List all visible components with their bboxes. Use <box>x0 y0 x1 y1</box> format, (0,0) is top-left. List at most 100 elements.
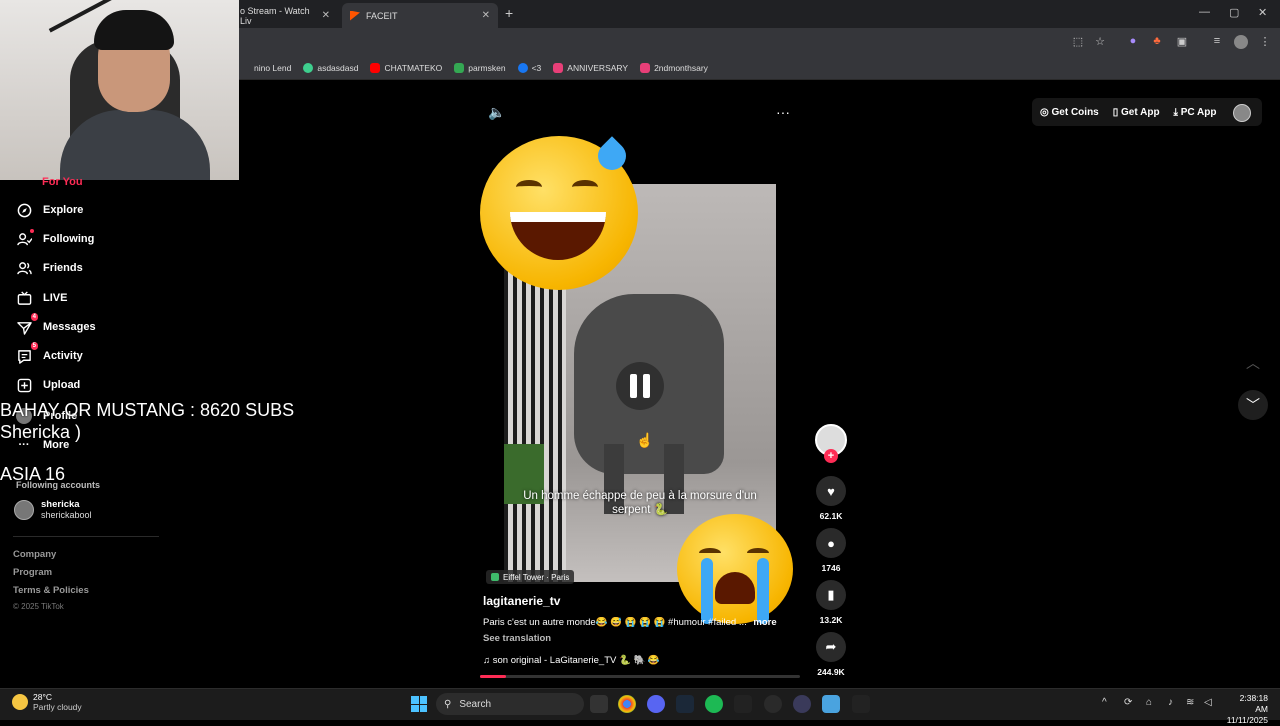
sync-icon[interactable]: ⟳ <box>1124 697 1132 708</box>
more-options-icon[interactable]: ··· <box>776 104 790 120</box>
system-clock[interactable]: 2:38:18 AM 11/11/2025 <box>1226 693 1268 726</box>
app-icon[interactable] <box>793 695 811 713</box>
app-icon-active[interactable] <box>822 695 840 713</box>
taskbar-search[interactable]: ⚲ Search <box>436 693 584 715</box>
footer-link-terms[interactable]: Terms & Policies <box>13 585 89 596</box>
close-window-button[interactable]: ✕ <box>1258 6 1267 19</box>
video-description: Paris c'est un autre monde😂 😅 😭 😭 😭 #hum… <box>483 617 777 628</box>
following-account-item[interactable]: shericka shericka​bool <box>14 499 92 520</box>
copyright: © 2025 TikTok <box>13 602 64 611</box>
microphone-icon[interactable]: ♪ <box>1168 697 1173 708</box>
music-info[interactable]: ♫ son original - LaGitanerie_TV 🐍 🐘 😂 <box>483 655 660 666</box>
wifi-icon[interactable]: ≋ <box>1186 697 1194 708</box>
sidebar-item-following[interactable]: Following <box>16 229 95 247</box>
extension-icon[interactable]: ♣ <box>1150 35 1164 49</box>
sidebar-item-friends[interactable]: Friends <box>16 260 83 276</box>
user-follow-icon <box>16 229 34 247</box>
sidebar-item-label: Upload <box>43 379 81 391</box>
task-view-icon[interactable] <box>590 695 608 713</box>
sidebar-item-label: Following <box>43 233 95 245</box>
bookmark-item[interactable]: parmsken <box>454 62 506 73</box>
next-video-button[interactable]: ﹀ <box>1238 390 1268 420</box>
location-tag[interactable]: Eiffel Tower · Paris <box>486 570 575 584</box>
bookmark-item[interactable]: asdasdasd <box>303 62 358 73</box>
app-icon[interactable] <box>852 695 870 713</box>
install-app-icon[interactable]: ⬚ <box>1071 35 1085 49</box>
save-count: 13.2K <box>819 615 843 625</box>
get-app-button[interactable]: ▯ Get App <box>1113 107 1160 118</box>
comment-count: 1746 <box>821 563 841 573</box>
tab-title: o Stream - Watch Liv <box>240 5 310 26</box>
browser-tab[interactable]: o Stream - Watch Liv ✕ <box>232 3 338 28</box>
get-coins-button[interactable]: ◎ Get Coins <box>1040 107 1099 118</box>
footer-link-company[interactable]: Company <box>13 549 56 560</box>
time: 2:38:18 AM <box>1239 693 1268 714</box>
bookmark-icon <box>240 62 250 73</box>
follow-button[interactable]: + <box>824 449 838 463</box>
sidebar-item-messages[interactable]: 4 Messages <box>16 313 96 335</box>
sidebar-item-upload[interactable]: Upload <box>16 377 80 393</box>
windows-start-icon[interactable] <box>411 696 427 712</box>
bookmark-item[interactable]: ANNIVERSARY <box>553 62 628 73</box>
account-name: shericka <box>41 499 80 510</box>
footer-link-program[interactable]: Program <box>13 567 52 578</box>
see-translation-link[interactable]: See translation <box>483 633 551 644</box>
network-icon[interactable]: ⌂ <box>1146 697 1152 708</box>
chrome-icon[interactable] <box>618 695 636 713</box>
pc-app-button[interactable]: ⤓ PC App <box>1174 107 1217 118</box>
user-avatar[interactable] <box>1233 104 1251 122</box>
bookmark-icon <box>553 62 564 73</box>
sidebar-item-label: Friends <box>43 262 83 274</box>
bookmark-item[interactable]: <3 <box>517 62 541 73</box>
weather-widget[interactable]: 28°C Partly cloudy <box>12 692 82 712</box>
app-icon[interactable] <box>764 695 782 713</box>
video-username[interactable]: lagitanerie_tv <box>483 594 560 608</box>
like-count: 62.1K <box>819 511 843 521</box>
sidebar-item-explore[interactable]: Explore <box>16 202 83 218</box>
steam-icon[interactable] <box>676 695 694 713</box>
reading-list-icon[interactable]: ≡ <box>1210 35 1224 49</box>
volume-icon[interactable]: ◁ <box>1204 697 1212 708</box>
sidebar-item-live[interactable]: LIVE <box>16 290 67 306</box>
like-button[interactable]: ♥ 62.1K <box>816 476 846 521</box>
search-icon: ⚲ <box>444 698 452 710</box>
sidebar-item-activity[interactable]: 5 Activity <box>16 342 83 364</box>
share-button[interactable]: ➦ 244.9K <box>816 632 846 677</box>
puzzle-extensions-icon[interactable]: ▣ <box>1175 35 1189 49</box>
plus-square-icon <box>16 377 32 393</box>
browser-tab-active[interactable]: FACEIT ✕ <box>342 3 498 28</box>
close-tab-icon[interactable]: ✕ <box>322 10 330 21</box>
kebab-menu-icon[interactable]: ⋮ <box>1258 35 1272 49</box>
app-icon[interactable] <box>734 695 752 713</box>
save-button[interactable]: ▮ 13.2K <box>816 580 846 625</box>
date: 11/11/2025 <box>1226 715 1268 725</box>
youtube-icon <box>370 62 381 73</box>
share-count: 244.9K <box>817 667 845 677</box>
discord-icon[interactable] <box>647 695 665 713</box>
bookmark-item[interactable]: CHATMATEKO <box>370 62 442 73</box>
bookmark-item[interactable]: nino Lend <box>240 62 291 73</box>
spotify-icon[interactable] <box>705 695 723 713</box>
volume-icon[interactable]: 🔈 <box>488 104 505 121</box>
maximize-button[interactable]: ▢ <box>1229 6 1239 19</box>
bookmark-icon <box>303 62 314 73</box>
faceit-icon <box>350 10 360 21</box>
bookmark-star-icon[interactable]: ☆ <box>1093 35 1107 49</box>
stream-overlay-rank: ASIA 16 <box>0 464 66 484</box>
new-tab-button[interactable]: + <box>505 5 513 21</box>
close-tab-icon[interactable]: ✕ <box>482 10 490 21</box>
sidebar-item-for-you[interactable]: For You <box>42 176 83 188</box>
chevron-up-icon[interactable]: ^ <box>1102 697 1107 708</box>
compass-icon <box>16 202 32 218</box>
messages-badge: 4 <box>30 313 38 321</box>
extension-icon[interactable]: ● <box>1126 35 1140 49</box>
previous-video-button[interactable]: ︿ <box>1238 348 1268 378</box>
bookmark-item[interactable]: 2ndmonthsary <box>640 62 708 73</box>
more-link[interactable]: more <box>753 617 776 628</box>
comment-button[interactable]: ● 1746 <box>816 528 846 573</box>
minimize-button[interactable]: — <box>1199 6 1210 18</box>
pause-button[interactable] <box>616 362 664 410</box>
profile-avatar-icon[interactable] <box>1234 35 1248 49</box>
live-tv-icon <box>16 290 32 306</box>
video-progress-bar[interactable] <box>480 675 800 678</box>
